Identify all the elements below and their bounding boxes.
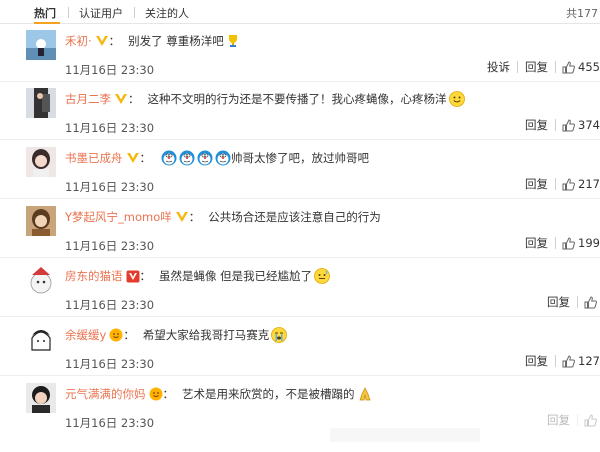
reply-link[interactable]: 回复: [518, 59, 555, 75]
comment-time: 11月16日 23:30: [65, 298, 155, 312]
reply-link[interactable]: 回复: [540, 294, 577, 310]
comment-item: Y梦起风宁_momo咩 ： 公共场合还是应该注意自己的行为 11月16日 23:…: [0, 200, 600, 258]
comment-text: 帅哥太惨了吧，放过帅哥吧: [231, 151, 369, 165]
smile-emoji-icon: [448, 91, 465, 107]
comment-text: 虽然是蝇像 但是我已经尴尬了: [159, 269, 313, 283]
comment-time: 11月16日 23:30: [65, 357, 155, 371]
username[interactable]: Y梦起风宁_momo咩: [65, 209, 172, 225]
like-count: 199: [578, 236, 600, 250]
like-count: 374: [578, 118, 600, 132]
pray-emoji-icon: [357, 386, 373, 402]
reply-link[interactable]: 回复: [518, 235, 555, 251]
like-button[interactable]: 455: [556, 60, 600, 74]
username[interactable]: 房东的猫语: [65, 268, 123, 284]
reply-link[interactable]: 回复: [518, 353, 555, 369]
like-button[interactable]: [578, 295, 600, 309]
trophy-emoji-icon: [226, 34, 240, 48]
thumbs-up-icon: [562, 236, 576, 249]
username[interactable]: 书墨已成舟: [65, 150, 123, 166]
like-button[interactable]: [578, 413, 600, 427]
cry-emoji-icon: [271, 327, 288, 343]
comment-time: 11月16日 23:30: [65, 63, 155, 77]
awkward-emoji-icon: [314, 268, 331, 284]
comment-time: 11月16日 23:30: [65, 416, 155, 430]
like-count: 217: [578, 177, 600, 191]
comment-item: 书墨已成舟 ： 帅哥太惨了吧，放过帅哥吧 11月16日 23:30 回复 217: [0, 141, 600, 199]
avatar[interactable]: [26, 324, 56, 354]
thumbs-up-icon: [584, 413, 597, 426]
username[interactable]: 禾初·: [65, 33, 92, 49]
verified-v-icon: [126, 152, 140, 164]
report-link[interactable]: 投诉: [480, 59, 517, 75]
like-count: 127: [578, 354, 600, 368]
comment-item: 余缓缓y ： 希望大家给我哥打马赛克 11月16日 23:30 回复 127: [0, 318, 600, 376]
comment-filter-tabs: 热门 认证用户 关注的人 共177: [0, 0, 600, 24]
tab-divider: [68, 7, 69, 18]
username[interactable]: 元气满满的你妈: [65, 386, 146, 402]
verified-v-red-icon: [126, 270, 140, 283]
username[interactable]: 余缓缓y: [65, 327, 106, 343]
comment-text: 艺术是用来欣赏的，不是被槽蹋的: [182, 387, 355, 401]
comment-time: 11月16日 23:30: [65, 180, 155, 194]
verified-v-icon: [114, 93, 128, 105]
verified-v-icon: [175, 211, 189, 223]
comment-time: 11月16日 23:30: [65, 239, 155, 253]
comment-item: 古月二李 ： 这种不文明的行为还是不要传播了！我心疼蝇像，心疼杨洋 11月16日…: [0, 82, 600, 140]
reply-link[interactable]: 回复: [518, 117, 555, 133]
thumbs-up-icon: [584, 295, 597, 308]
like-button[interactable]: 217: [556, 177, 600, 191]
comment-item: 元气满满的你妈 ： 艺术是用来欣赏的，不是被槽蹋的 11月16日 23:30 回…: [0, 377, 600, 435]
avatar[interactable]: [26, 206, 56, 236]
like-button[interactable]: 374: [556, 118, 600, 132]
tab-following[interactable]: 关注的人: [145, 5, 189, 21]
thumbs-up-icon: [562, 354, 576, 367]
comment-time: 11月16日 23:30: [65, 121, 155, 135]
comment-item: 房东的猫语 ： 虽然是蝇像 但是我已经尴尬了 11月16日 23:30 回复: [0, 259, 600, 317]
thumbs-up-icon: [562, 118, 576, 131]
tab-divider: [134, 7, 135, 18]
total-comment-count: 共177: [566, 7, 598, 20]
avatar[interactable]: [26, 147, 56, 177]
like-button[interactable]: 127: [556, 354, 600, 368]
username[interactable]: 古月二李: [65, 91, 111, 107]
comment-item: 禾初· ： 别发了 尊重杨洋吧 11月16日 23:30 投诉 回复 455: [0, 24, 600, 82]
reply-link[interactable]: 回复: [540, 412, 577, 428]
tab-hot[interactable]: 热门: [34, 5, 56, 21]
reply-link[interactable]: 回复: [518, 176, 555, 192]
doraemon-emoji-icon: [161, 150, 231, 166]
watermark-overlay: [330, 428, 480, 442]
avatar[interactable]: [26, 88, 56, 118]
like-button[interactable]: 199: [556, 236, 600, 250]
tab-verified-users[interactable]: 认证用户: [79, 5, 123, 21]
comment-text: 这种不文明的行为还是不要传播了！我心疼蝇像，心疼杨洋: [147, 92, 447, 106]
avatar[interactable]: [26, 265, 56, 295]
verified-v-icon: [95, 35, 109, 47]
like-count: 455: [578, 60, 600, 74]
member-face-icon: [109, 328, 123, 342]
avatar[interactable]: [26, 383, 56, 413]
comment-text: 希望大家给我哥打马赛克: [142, 328, 270, 342]
comment-text: 公共场合还是应该注意自己的行为: [208, 210, 381, 224]
avatar[interactable]: [26, 30, 56, 60]
member-face-icon: [149, 387, 163, 401]
thumbs-up-icon: [562, 60, 576, 73]
comment-text: 别发了 尊重杨洋吧: [128, 34, 224, 48]
thumbs-up-icon: [562, 177, 576, 190]
